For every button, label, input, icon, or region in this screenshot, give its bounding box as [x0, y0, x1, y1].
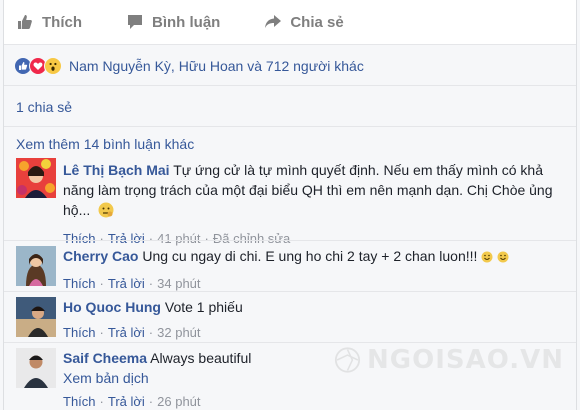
- like-button[interactable]: Thích: [16, 13, 82, 31]
- commenter-name[interactable]: Ho Quoc Hung: [63, 299, 161, 315]
- share-button[interactable]: Chia sẻ: [264, 13, 344, 31]
- avatar[interactable]: [16, 348, 56, 388]
- comment-label: Bình luận: [152, 13, 221, 31]
- view-more-comments-link[interactable]: Xem thêm 14 bình luận khác: [16, 136, 194, 152]
- reaction-icons: [14, 56, 62, 75]
- shares-count-link[interactable]: 1 chia sẻ: [16, 99, 72, 115]
- reactions-summary[interactable]: Nam Nguyễn Kỳ, Hữu Hoan và 712 người khá…: [4, 46, 576, 86]
- comment-like-link[interactable]: Thích: [63, 394, 96, 409]
- commenter-name[interactable]: Saif Cheema: [63, 350, 147, 366]
- watermark: NGOISAO.VN: [334, 330, 564, 390]
- share-label: Chia sẻ: [290, 13, 344, 31]
- comment-reply-link[interactable]: Trả lời: [108, 276, 145, 291]
- commenter-name[interactable]: Lê Thị Bạch Mai: [63, 162, 170, 178]
- comment-text: Vote 1 phiếu: [164, 299, 243, 315]
- action-bar: Thích Bình luận Chia sẻ: [4, 0, 576, 45]
- comment-reply-link[interactable]: Trả lời: [108, 394, 145, 409]
- comment-like-link[interactable]: Thích: [63, 325, 96, 340]
- shares-count-row: 1 chia sẻ: [4, 87, 576, 127]
- divider: [4, 240, 576, 241]
- comment-time[interactable]: 26 phút: [157, 394, 200, 409]
- comment-text: Ung cu ngay di chi. E ung ho chi 2 tay +…: [142, 248, 478, 264]
- aperture-logo-icon: [334, 347, 361, 373]
- commenter-name[interactable]: Cherry Cao: [63, 248, 138, 264]
- smile-emoji-icon: [497, 248, 509, 268]
- avatar[interactable]: [16, 246, 56, 286]
- comment-item: Cherry Cao Ung cu ngay di chi. E ung ho …: [4, 244, 576, 291]
- reactions-text[interactable]: Nam Nguyễn Kỳ, Hữu Hoan và 712 người khá…: [69, 58, 364, 74]
- comment-time[interactable]: 34 phút: [157, 276, 200, 291]
- like-label: Thích: [42, 13, 82, 31]
- avatar[interactable]: [16, 158, 56, 198]
- avatar[interactable]: [16, 297, 56, 337]
- smile-emoji-icon: [481, 248, 493, 268]
- comment-text: Always beautiful: [150, 350, 252, 366]
- divider: [4, 291, 576, 292]
- comment-time[interactable]: 32 phút: [157, 325, 200, 340]
- share-arrow-icon: [265, 15, 282, 28]
- wow-icon: [44, 56, 62, 75]
- comment-meta: Thích · Trả lời · 26 phút: [63, 394, 201, 409]
- hmm-emoji-icon: [98, 202, 114, 223]
- thumbs-up-icon: [18, 15, 32, 29]
- comment-icon: [128, 15, 142, 29]
- post-footer: Thích Bình luận Chia sẻ Nam Nguyễn Kỳ, H…: [3, 0, 577, 410]
- watermark-text: NGOISAO.VN: [366, 345, 564, 375]
- comment-item: Lê Thị Bạch Mai Tự ứng cử là tự mình quy…: [4, 158, 576, 246]
- comment-reply-link[interactable]: Trả lời: [108, 325, 145, 340]
- comment-button[interactable]: Bình luận: [126, 13, 220, 31]
- comment-like-link[interactable]: Thích: [63, 276, 96, 291]
